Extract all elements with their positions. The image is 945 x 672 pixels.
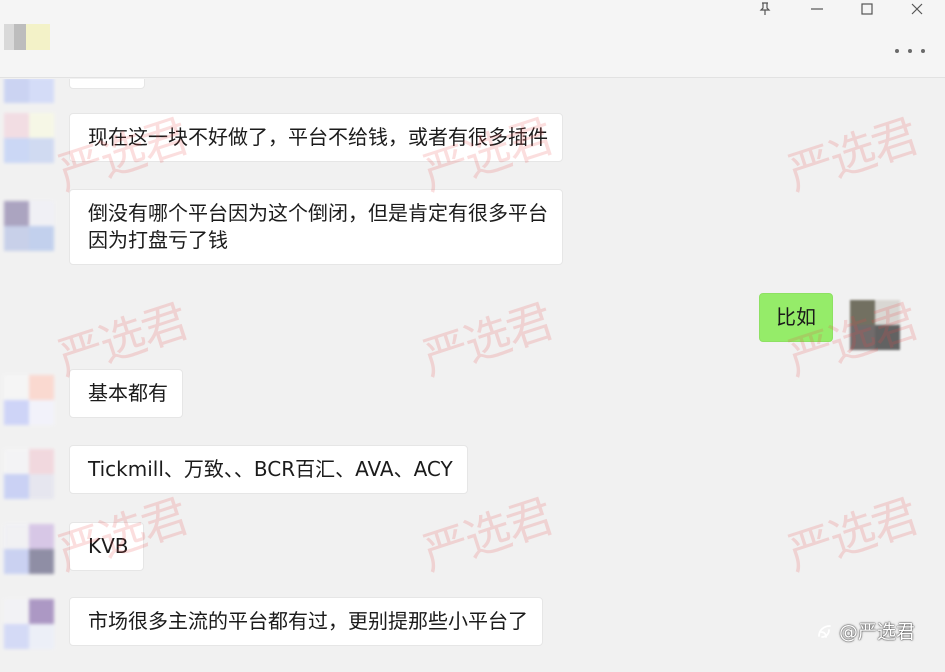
my-avatar[interactable]: [850, 300, 900, 350]
platform-logo-icon: [818, 624, 831, 638]
minimize-icon[interactable]: [799, 0, 835, 18]
avatar[interactable]: [4, 113, 54, 163]
avatar[interactable]: [4, 79, 54, 103]
chat-message-list[interactable]: 现在这一块不好做了，平台不给钱，或者有很多插件 倒没有哪个平台因为这个倒闭，但是…: [0, 79, 945, 672]
watermark: 严选君: [415, 488, 559, 581]
avatar[interactable]: [4, 375, 54, 425]
message-bubble-partial[interactable]: [69, 79, 145, 89]
close-icon[interactable]: [899, 0, 935, 18]
message-bubble[interactable]: 市场很多主流的平台都有过，更别提那些小平台了: [69, 597, 543, 646]
maximize-icon[interactable]: [849, 0, 885, 18]
message-bubble[interactable]: 现在这一块不好做了，平台不给钱，或者有很多插件: [69, 113, 563, 162]
message-bubble[interactable]: 倒没有哪个平台因为这个倒闭，但是肯定有很多平台 因为打盘亏了钱: [69, 189, 563, 265]
footer-watermark: @严选君: [815, 617, 915, 644]
message-bubble[interactable]: KVB: [69, 522, 144, 571]
title-bar: [0, 0, 945, 78]
message-bubble[interactable]: 基本都有: [69, 369, 183, 418]
message-bubble[interactable]: Tickmill、万致、、BCR百汇、AVA、ACY: [69, 445, 468, 494]
watermark: 严选君: [780, 108, 924, 201]
avatar[interactable]: [4, 524, 54, 574]
my-message-bubble[interactable]: 比如: [759, 293, 833, 342]
avatar[interactable]: [4, 599, 54, 649]
watermark: 严选君: [780, 488, 924, 581]
avatar[interactable]: [4, 201, 54, 251]
author-handle: @严选君: [839, 621, 916, 643]
chat-avatar[interactable]: [4, 24, 50, 50]
pin-icon[interactable]: [747, 0, 783, 18]
watermark: 严选君: [415, 293, 559, 386]
more-options-icon[interactable]: [893, 44, 927, 58]
avatar[interactable]: [4, 449, 54, 499]
